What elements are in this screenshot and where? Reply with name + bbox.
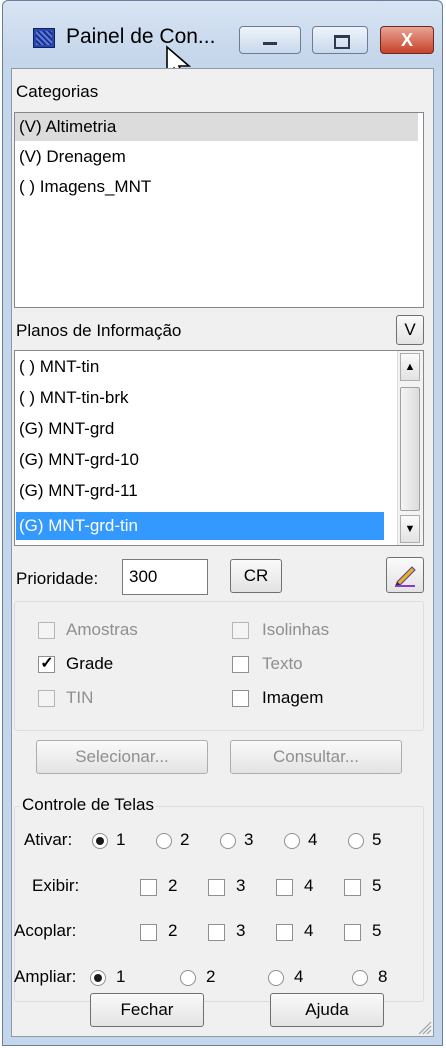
plano-item-mnt-grd-10[interactable]: (G) MNT-grd-10 bbox=[19, 446, 139, 474]
consultar-button[interactable]: Consultar... bbox=[230, 740, 402, 774]
plano-item-mnt-tin-brk[interactable]: ( ) MNT-tin-brk bbox=[19, 384, 129, 412]
radio-selected-icon bbox=[96, 837, 104, 845]
categoria-item-altimetria[interactable]: (V) Altimetria bbox=[15, 113, 418, 141]
ampliar-label: Ampliar: bbox=[14, 967, 77, 986]
ativar-option-3: 3 bbox=[244, 830, 254, 849]
exibir-checkbox-4[interactable] bbox=[276, 879, 293, 896]
app-icon bbox=[33, 28, 55, 48]
isolinhas-checkbox[interactable] bbox=[232, 622, 249, 639]
categorias-label: Categorias bbox=[16, 82, 99, 101]
acoplar-option-3: 3 bbox=[236, 921, 246, 940]
grade-label: Grade bbox=[66, 654, 114, 673]
exibir-option-2: 2 bbox=[168, 876, 178, 895]
isolinhas-label: Isolinhas bbox=[262, 620, 330, 639]
amostras-checkbox[interactable] bbox=[38, 622, 55, 639]
pencil-icon bbox=[395, 566, 416, 587]
planos-scrollbar[interactable]: ▲ ▼ bbox=[397, 351, 423, 545]
exibir-option-3: 3 bbox=[236, 876, 246, 895]
imagem-checkbox[interactable] bbox=[232, 690, 249, 707]
ampliar-radio-1[interactable] bbox=[90, 970, 106, 986]
imagem-label: Imagem bbox=[262, 688, 324, 707]
ampliar-radio-2[interactable] bbox=[180, 970, 196, 986]
minimize-icon bbox=[263, 42, 277, 45]
ativar-option-2: 2 bbox=[180, 830, 190, 849]
acoplar-checkbox-2[interactable] bbox=[140, 924, 157, 941]
acoplar-checkbox-5[interactable] bbox=[344, 924, 361, 941]
amostras-label: Amostras bbox=[66, 620, 138, 639]
maximize-button[interactable] bbox=[312, 26, 368, 54]
ampliar-radio-4[interactable] bbox=[268, 970, 284, 986]
exibir-option-5: 5 bbox=[372, 876, 382, 895]
planos-label: Planos de Informação bbox=[16, 321, 182, 340]
tin-checkbox[interactable] bbox=[38, 690, 55, 707]
texto-label: Texto bbox=[262, 654, 303, 673]
edit-pencil-button[interactable] bbox=[386, 557, 424, 593]
client-area: Categorias (V) Altimetria (V) Drenagem (… bbox=[11, 68, 434, 1037]
ampliar-radio-8[interactable] bbox=[352, 970, 368, 986]
close-icon: X bbox=[400, 30, 413, 50]
title-bar[interactable]: Painel de Con... X bbox=[3, 1, 442, 64]
radio-selected-icon bbox=[94, 974, 102, 982]
resize-grip-icon[interactable] bbox=[416, 1019, 432, 1035]
maximize-icon bbox=[334, 35, 350, 49]
acoplar-label: Acoplar: bbox=[14, 921, 77, 940]
ativar-option-1: 1 bbox=[116, 830, 126, 849]
categoria-item-drenagem[interactable]: (V) Drenagem bbox=[19, 143, 126, 171]
exibir-checkbox-3[interactable] bbox=[208, 879, 225, 896]
ajuda-button[interactable]: Ajuda bbox=[270, 993, 384, 1027]
plano-item-mnt-tin[interactable]: ( ) MNT-tin bbox=[19, 353, 99, 381]
texto-checkbox[interactable] bbox=[232, 656, 249, 673]
prioridade-input[interactable]: 300 bbox=[122, 559, 208, 595]
fechar-button[interactable]: Fechar bbox=[90, 993, 204, 1027]
tin-label: TIN bbox=[66, 688, 94, 707]
categoria-item-imagens-mnt[interactable]: ( ) Imagens_MNT bbox=[19, 173, 151, 201]
cr-button[interactable]: CR bbox=[230, 559, 282, 593]
scroll-down-icon[interactable]: ▼ bbox=[400, 515, 420, 543]
exibir-option-4: 4 bbox=[304, 876, 314, 895]
plano-item-mnt-grd-tin[interactable]: (G) MNT-grd-tin bbox=[16, 512, 384, 540]
painel-de-controle-window: Painel de Con... X Categorias (V) Altime… bbox=[2, 0, 443, 1046]
plano-item-mnt-grd-11[interactable]: (G) MNT-grd-11 bbox=[19, 477, 138, 505]
controle-de-telas-title: Controle de Telas bbox=[20, 795, 156, 815]
exibir-checkbox-5[interactable] bbox=[344, 879, 361, 896]
exibir-checkbox-2[interactable] bbox=[140, 879, 157, 896]
scroll-up-icon[interactable]: ▲ bbox=[400, 353, 420, 381]
exibir-label: Exibir: bbox=[32, 876, 80, 895]
ativar-radio-4[interactable] bbox=[284, 833, 300, 849]
acoplar-checkbox-3[interactable] bbox=[208, 924, 225, 941]
ampliar-option-2: 2 bbox=[206, 967, 216, 986]
checkmark-icon: ✓ bbox=[40, 655, 54, 672]
ativar-radio-5[interactable] bbox=[348, 833, 364, 849]
planos-listbox[interactable]: ( ) MNT-tin ( ) MNT-tin-brk (G) MNT-grd … bbox=[14, 350, 424, 546]
close-button[interactable]: X bbox=[380, 26, 434, 54]
ativar-radio-3[interactable] bbox=[220, 833, 236, 849]
selecionar-button[interactable]: Selecionar... bbox=[36, 740, 208, 774]
acoplar-option-2: 2 bbox=[168, 921, 178, 940]
v-button[interactable]: V bbox=[396, 315, 424, 345]
acoplar-option-5: 5 bbox=[372, 921, 382, 940]
ampliar-option-4: 4 bbox=[294, 967, 304, 986]
ativar-radio-1[interactable] bbox=[92, 833, 108, 849]
scroll-thumb[interactable] bbox=[400, 387, 420, 511]
ativar-option-4: 4 bbox=[308, 830, 318, 849]
grade-checkbox[interactable]: ✓ bbox=[38, 655, 55, 673]
acoplar-checkbox-4[interactable] bbox=[276, 924, 293, 941]
ampliar-option-1: 1 bbox=[116, 967, 126, 986]
ativar-option-5: 5 bbox=[372, 830, 382, 849]
ativar-label: Ativar: bbox=[24, 830, 73, 849]
minimize-button[interactable] bbox=[239, 26, 301, 54]
acoplar-option-4: 4 bbox=[304, 921, 314, 940]
categorias-listbox[interactable]: (V) Altimetria (V) Drenagem ( ) Imagens_… bbox=[14, 112, 424, 308]
plano-item-mnt-grd[interactable]: (G) MNT-grd bbox=[19, 415, 114, 443]
ativar-radio-2[interactable] bbox=[156, 833, 172, 849]
ampliar-option-8: 8 bbox=[378, 967, 388, 986]
prioridade-label: Prioridade: bbox=[16, 569, 99, 588]
